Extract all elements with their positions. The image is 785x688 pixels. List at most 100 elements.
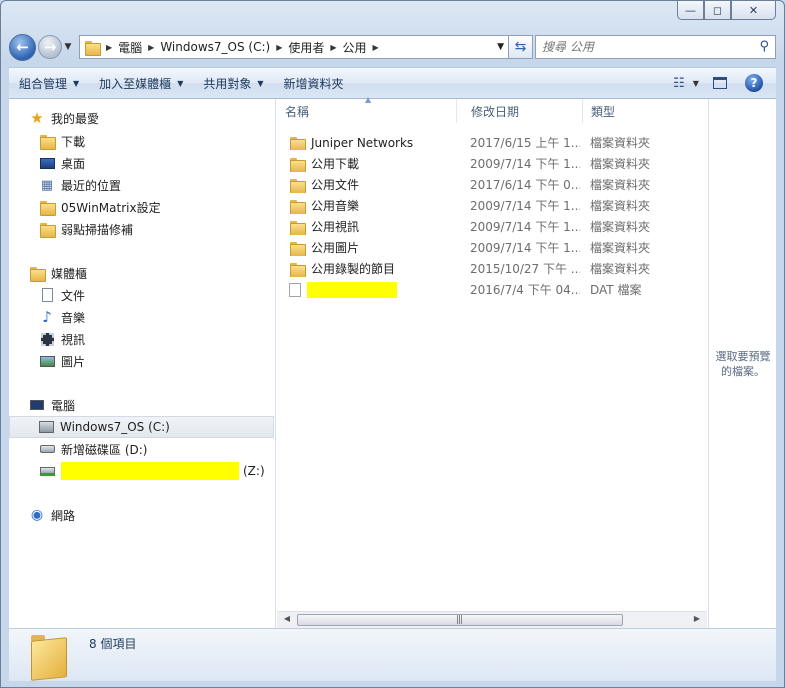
help-icon: ? (745, 74, 763, 92)
file-list-pane[interactable]: 名稱 ▲ 修改日期 類型 Juniper Networks 2017/6/15 … (277, 95, 707, 628)
file-row[interactable]: 公用視訊 2009/7/14 下午 1... 檔案資料夾 (289, 216, 699, 237)
nav-documents[interactable]: 文件 (39, 284, 85, 306)
nav-computer-label: 電腦 (51, 398, 76, 413)
file-type: DAT 檔案 (590, 283, 642, 297)
search-icon[interactable]: ⚲ (759, 39, 769, 54)
sort-ascending-icon: ▲ (365, 95, 372, 104)
scrollbar-thumb[interactable]: ||| (297, 614, 623, 626)
nav-winmatrix-label: 05WinMatrix設定 (61, 200, 161, 215)
nav-libraries[interactable]: 媒體櫃 (29, 262, 87, 284)
help-button[interactable]: ? (740, 72, 768, 94)
preview-message-line2: 的檔案。 (721, 365, 765, 378)
address-history-dropdown[interactable]: ▼ (497, 42, 504, 52)
file-row[interactable]: 公用下載 2009/7/14 下午 1... 檔案資料夾 (289, 153, 699, 174)
breadcrumb-arrow-icon[interactable]: ▶ (274, 43, 284, 52)
preview-pane: 選取要預覽 的檔案。 (708, 99, 776, 628)
chevron-down-icon: ▼ (73, 78, 80, 88)
chevron-down-icon: ▼ (257, 78, 264, 88)
nav-desktop[interactable]: 桌面 (39, 152, 85, 174)
search-input[interactable] (542, 40, 742, 54)
nav-drive-z-label: (Z:) (243, 464, 265, 478)
organize-button[interactable]: 組合管理 ▼ (9, 68, 89, 98)
recent-pages-dropdown[interactable]: ▼ (62, 42, 74, 52)
file-row[interactable]: Juniper Networks 2017/6/15 上午 1... 檔案資料夾 (289, 132, 699, 153)
breadcrumb-arrow-icon[interactable]: ▶ (328, 43, 338, 52)
nav-videos-label: 視訊 (61, 332, 86, 347)
nav-recent-places-label: 最近的位置 (61, 178, 122, 193)
share-with-label: 共用對象 (203, 76, 252, 91)
forward-button[interactable]: → (38, 35, 62, 59)
address-bar[interactable]: ▶ 電腦 ▶ Windows7_OS (C:) ▶ 使用者 ▶ 公用 ▶ ▼ (79, 35, 509, 59)
file-row[interactable]: 公用圖片 2009/7/14 下午 1... 檔案資料夾 (289, 237, 699, 258)
file-type: 檔案資料夾 (590, 199, 651, 213)
share-with-button[interactable]: 共用對象 ▼ (193, 68, 273, 98)
column-header-type[interactable]: 類型 (583, 99, 707, 123)
breadcrumb-public[interactable]: 公用 (339, 39, 371, 56)
breadcrumb-computer[interactable]: 電腦 (114, 39, 146, 56)
library-icon (29, 265, 46, 282)
column-header-date[interactable]: 修改日期 (463, 99, 583, 123)
breadcrumb-arrow-icon[interactable]: ▶ (104, 43, 114, 52)
column-date-label: 修改日期 (471, 104, 520, 119)
nav-drive-c[interactable]: Windows7_OS (C:) (9, 416, 274, 438)
new-folder-button[interactable]: 新增資料夾 (274, 68, 354, 98)
file-type: 檔案資料夾 (590, 136, 651, 150)
back-button[interactable]: ← (9, 33, 36, 61)
folder-icon (84, 40, 101, 56)
nav-vuln-patch[interactable]: 弱點掃描修補 (39, 218, 133, 240)
breadcrumb-arrow-icon[interactable]: ▶ (146, 43, 156, 52)
nav-pictures[interactable]: 圖片 (39, 350, 85, 372)
file-name-text: 公用音樂 (311, 199, 360, 213)
nav-winmatrix[interactable]: 05WinMatrix設定 (39, 196, 161, 218)
nav-computer[interactable]: 電腦 (29, 394, 75, 416)
file-row[interactable]: 2016/7/4 下午 04... DAT 檔案 (289, 279, 699, 300)
documents-icon (39, 287, 55, 303)
file-row[interactable]: 公用文件 2017/6/14 下午 0... 檔案資料夾 (289, 174, 699, 195)
preview-message-line1: 選取要預覽 (715, 350, 771, 363)
drive-icon (39, 441, 55, 457)
include-in-library-button[interactable]: 加入至媒體櫃 ▼ (89, 68, 193, 98)
scroll-left-icon[interactable]: ◀ (279, 614, 295, 623)
close-icon: ✕ (748, 3, 759, 17)
nav-music-label: 音樂 (61, 310, 86, 325)
nav-music[interactable]: ♪ 音樂 (39, 306, 85, 328)
scroll-right-icon[interactable]: ▶ (689, 614, 705, 623)
horizontal-scrollbar[interactable]: ◀ ||| ▶ (277, 611, 707, 628)
nav-drive-d[interactable]: 新增磁碟區 (D:) (39, 438, 147, 460)
navigation-bar: ← → ▼ ▶ 電腦 ▶ Windows7_OS (C:) ▶ 使用者 ▶ 公用… (9, 33, 776, 61)
pictures-icon (39, 353, 55, 369)
nav-network[interactable]: ◉ 網路 (29, 504, 75, 526)
breadcrumb-arrow-icon[interactable]: ▶ (371, 43, 381, 52)
file-name-text: 公用視訊 (311, 220, 360, 234)
file-icon (289, 282, 301, 297)
window-controls: — ◻ ✕ (677, 1, 776, 20)
change-view-button[interactable]: ☷ ▼ (672, 72, 700, 94)
maximize-button[interactable]: ◻ (704, 1, 731, 20)
nav-favorites[interactable]: ★ 我的最愛 (29, 107, 99, 129)
refresh-button[interactable]: ⇆ (509, 35, 533, 59)
column-header-name[interactable]: 名稱 ▲ (277, 95, 457, 123)
nav-drive-z[interactable]: (Z:) (39, 460, 265, 482)
file-row[interactable]: 公用錄製的節目 2015/10/27 下午 ... 檔案資料夾 (289, 258, 699, 279)
nav-videos[interactable]: 視訊 (39, 328, 85, 350)
column-name-label: 名稱 (285, 104, 310, 119)
file-name: 公用視訊 (289, 218, 459, 235)
file-row[interactable]: 公用音樂 2009/7/14 下午 1... 檔案資料夾 (289, 195, 699, 216)
nav-downloads[interactable]: 下載 (39, 130, 85, 152)
file-type: 檔案資料夾 (590, 220, 651, 234)
breadcrumb-drive-c[interactable]: Windows7_OS (C:) (156, 40, 274, 54)
nav-recent-places[interactable]: ▦ 最近的位置 (39, 174, 121, 196)
breadcrumb-users[interactable]: 使用者 (284, 39, 328, 56)
search-box[interactable]: ⚲ (535, 35, 776, 59)
minimize-button[interactable]: — (677, 1, 704, 20)
close-button[interactable]: ✕ (731, 1, 776, 20)
nav-drive-d-label: 新增磁碟區 (D:) (61, 442, 148, 457)
nav-libraries-label: 媒體櫃 (51, 266, 88, 281)
folder-icon (39, 199, 56, 216)
preview-pane-button[interactable] (706, 72, 734, 94)
navigation-pane[interactable]: ★ 我的最愛 下載 桌面 ▦ 最近的位置 05WinMatrix設定 弱點掃描修… (9, 99, 276, 628)
file-type: 檔案資料夾 (590, 262, 651, 276)
nav-drive-c-label: Windows7_OS (C:) (60, 420, 170, 434)
preview-message: 選取要預覽 的檔案。 (709, 349, 777, 379)
folder-icon (289, 199, 306, 214)
